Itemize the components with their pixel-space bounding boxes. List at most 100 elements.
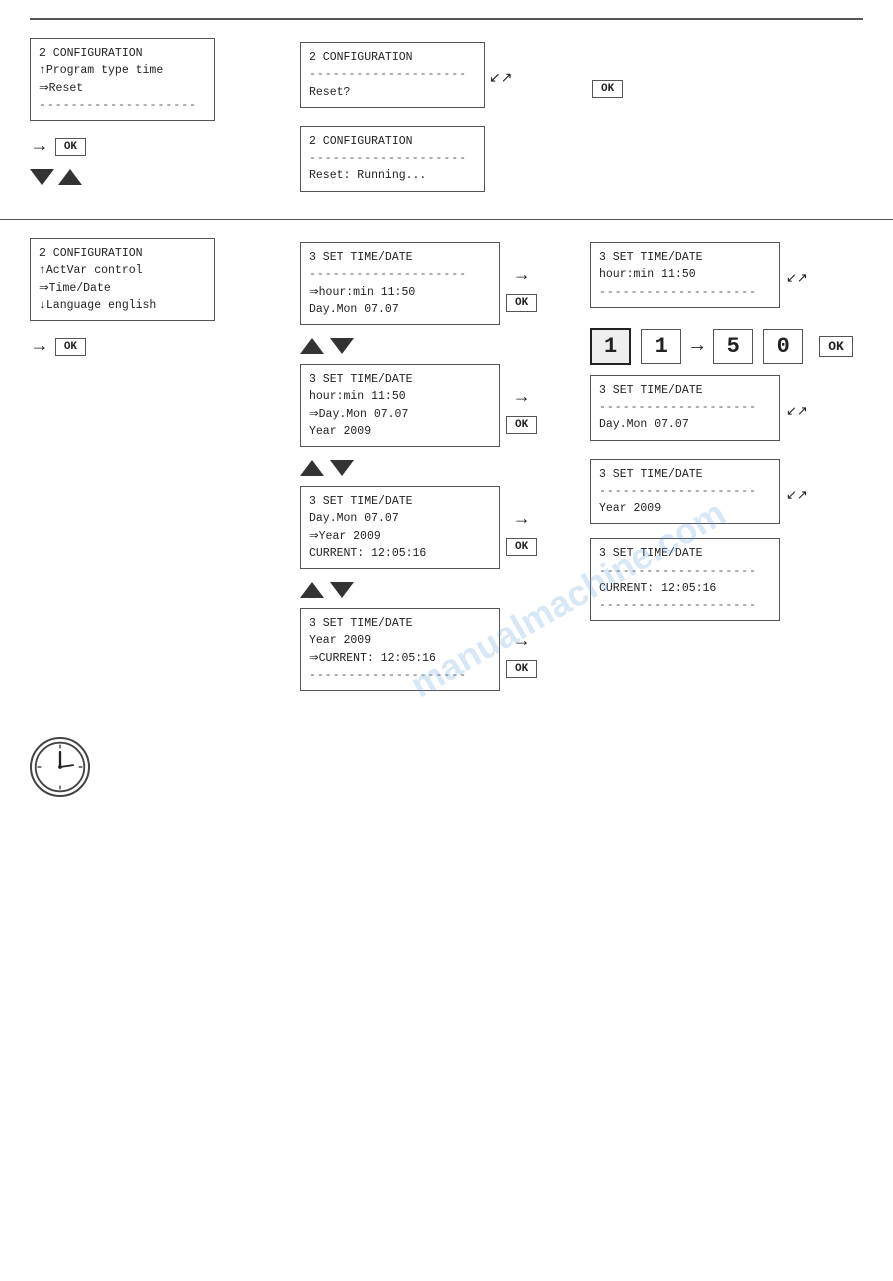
set-time-right-l1-1: hour:min 11:50 [599, 266, 771, 283]
config-title-s2: 2 CONFIGURATION [39, 245, 206, 262]
s2-mid-arrow-ok-2: → OK [504, 384, 539, 436]
ok-button-right-1[interactable]: OK [592, 80, 623, 98]
set-time-dashes-4: -------------------- [309, 667, 491, 684]
config-dashes-1: -------------------- [39, 97, 206, 114]
set-time-l1-1: ⇒hour:min 11:50 [309, 284, 491, 301]
set-time-l2-4: ⇒CURRENT: 12:05:16 [309, 650, 491, 667]
set-time-box-3: 3 SET TIME/DATE Day.Mon 07.07 ⇒Year 2009… [300, 486, 500, 569]
arrows-indicator-right-2: ↙↗ [786, 404, 808, 419]
config-s2-l2: ⇒Time/Date [39, 280, 206, 297]
set-time-title-2: 3 SET TIME/DATE [309, 371, 491, 388]
config-dashes-2: -------------------- [309, 66, 476, 83]
section1-col-left: 2 CONFIGURATION ↑Program type time ⇒Rese… [30, 38, 300, 201]
set-time-title-3: 3 SET TIME/DATE [309, 493, 491, 510]
s2-mid-row2: 3 SET TIME/DATE hour:min 11:50 ⇒Day.Mon … [300, 364, 539, 455]
set-time-l3-2: Year 2009 [309, 423, 491, 440]
config-reset-running: Reset: Running... [309, 167, 476, 184]
set-time-right-dashes-1: -------------------- [599, 284, 771, 301]
set-time-right-l1-4: CURRENT: 12:05:16 [599, 580, 771, 597]
config-box-2: 2 CONFIGURATION -------------------- Res… [300, 42, 485, 108]
config-title-2: 2 CONFIGURATION [309, 49, 476, 66]
digit-3[interactable]: 5 [713, 329, 753, 364]
section1-col-right: OK [590, 38, 863, 201]
ok-button-1[interactable]: OK [55, 138, 86, 156]
set-time-right-box-2: 3 SET TIME/DATE -------------------- Day… [590, 375, 780, 441]
set-time-l2-3: ⇒Year 2009 [309, 528, 491, 545]
ok-mid-4[interactable]: OK [506, 660, 537, 678]
ok-digit[interactable]: OK [819, 336, 853, 357]
small-arrows-1 [300, 338, 354, 354]
s2-mid-arrow-ok-4: → OK [504, 628, 539, 680]
config-title-3: 2 CONFIGURATION [309, 133, 476, 150]
ok-mid-2[interactable]: OK [506, 416, 537, 434]
config-s2-l3: ↓Language english [39, 297, 206, 314]
set-time-title-4: 3 SET TIME/DATE [309, 615, 491, 632]
s2-right-row1: 3 SET TIME/DATE hour:min 11:50 ---------… [590, 242, 808, 316]
small-arrows-2 [300, 460, 354, 476]
down-arrow-mid-1[interactable] [330, 338, 354, 354]
digit-4[interactable]: 0 [763, 329, 803, 364]
arrow-right-mid-1: → [516, 266, 527, 286]
set-time-right-dashes-4b: -------------------- [599, 597, 771, 614]
arrows-indicator-1: ↙↗ [489, 70, 512, 87]
up-arrow-icon-1[interactable] [58, 169, 82, 185]
s2-mid-arrow-ok-1: → OK [504, 262, 539, 314]
ok-button-s2[interactable]: OK [55, 338, 86, 356]
set-time-right-box-4: 3 SET TIME/DATE -------------------- CUR… [590, 538, 780, 621]
config-reset-question: Reset? [309, 84, 476, 101]
section1-ok-row: → OK [30, 133, 88, 161]
set-time-box-1: 3 SET TIME/DATE -------------------- ⇒ho… [300, 242, 500, 325]
clock-icon [30, 737, 90, 797]
down-arrow-mid-3[interactable] [330, 582, 354, 598]
s2-mid-arrow-ok-3: → OK [504, 506, 539, 558]
set-time-title-1: 3 SET TIME/DATE [309, 249, 491, 266]
arrows-indicator-right-1: ↙↗ [786, 271, 808, 286]
set-time-right-l1-3: Year 2009 [599, 500, 771, 517]
section2-ok-row: → OK [30, 333, 88, 361]
set-time-l2-2: ⇒Day.Mon 07.07 [309, 406, 491, 423]
s2-mid-row4: 3 SET TIME/DATE Year 2009 ⇒CURRENT: 12:0… [300, 608, 539, 699]
set-time-box-2: 3 SET TIME/DATE hour:min 11:50 ⇒Day.Mon … [300, 364, 500, 447]
set-time-right-title-3: 3 SET TIME/DATE [599, 466, 771, 483]
digit-1[interactable]: 1 [590, 328, 631, 365]
set-time-l1-3: Day.Mon 07.07 [309, 510, 491, 527]
config-s2-l1: ↑ActVar control [39, 262, 206, 279]
s2-mid-row3: 3 SET TIME/DATE Day.Mon 07.07 ⇒Year 2009… [300, 486, 539, 577]
digit-2[interactable]: 1 [641, 329, 681, 364]
up-arrow-mid-1[interactable] [300, 338, 324, 354]
section-2: 2 CONFIGURATION ↑ActVar control ⇒Time/Da… [0, 220, 893, 717]
up-arrow-mid-2[interactable] [300, 460, 324, 476]
down-arrow-mid-2[interactable] [330, 460, 354, 476]
arrows-indicator-right-3: ↙↗ [786, 488, 808, 503]
set-time-l1-4: Year 2009 [309, 632, 491, 649]
config-box-3: 2 CONFIGURATION -------------------- Res… [300, 126, 485, 192]
set-time-box-4: 3 SET TIME/DATE Year 2009 ⇒CURRENT: 12:0… [300, 608, 500, 691]
ok-mid-3[interactable]: OK [506, 538, 537, 556]
up-arrow-mid-3[interactable] [300, 582, 324, 598]
s2-right-row4: 3 SET TIME/DATE -------------------- CUR… [590, 538, 780, 629]
s2-mid-row1: 3 SET TIME/DATE -------------------- ⇒ho… [300, 242, 539, 333]
small-arrows-3 [300, 582, 354, 598]
set-time-right-dashes-2: -------------------- [599, 399, 771, 416]
ok-mid-1[interactable]: OK [506, 294, 537, 312]
s2-right-row2: 3 SET TIME/DATE -------------------- Day… [590, 375, 808, 449]
section1-right-ok: OK [590, 38, 625, 100]
config-title-1: 2 CONFIGURATION [39, 45, 206, 62]
arrow-right-1: → [34, 137, 45, 157]
config-line1-1: ↑Program type time [39, 62, 206, 79]
arrow-right-mid-2: → [516, 388, 527, 408]
config-line2-1: ⇒Reset [39, 80, 206, 97]
set-time-l1-2: hour:min 11:50 [309, 388, 491, 405]
s2-right-row3: 3 SET TIME/DATE -------------------- Yea… [590, 459, 808, 533]
set-time-dashes-1: -------------------- [309, 266, 491, 283]
section1-mid-box1-row: 2 CONFIGURATION -------------------- Res… [300, 42, 512, 116]
config-box-s2: 2 CONFIGURATION ↑ActVar control ⇒Time/Da… [30, 238, 215, 321]
down-arrow-icon-1[interactable] [30, 169, 54, 185]
digit-display-row: 1 1 → 5 0 OK [590, 328, 855, 365]
config-box-3-wrap: 2 CONFIGURATION -------------------- Res… [300, 126, 485, 200]
arrow-right-s2: → [34, 337, 45, 357]
arrow-right-mid-4: → [516, 632, 527, 652]
set-time-right-dashes-3: -------------------- [599, 483, 771, 500]
set-time-right-title-4: 3 SET TIME/DATE [599, 545, 771, 562]
set-time-l2-1: Day.Mon 07.07 [309, 301, 491, 318]
